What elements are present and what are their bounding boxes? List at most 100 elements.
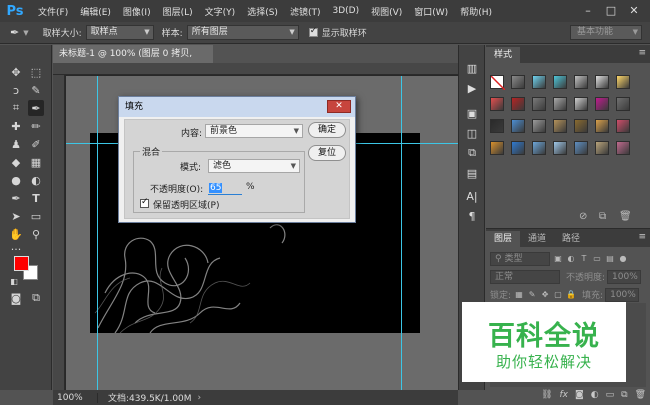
style-swatch[interactable]	[490, 141, 504, 155]
style-swatch[interactable]	[490, 97, 504, 111]
menu-file[interactable]: 文件(F)	[32, 5, 74, 18]
sample-select[interactable]: 所有图层 ▼	[186, 25, 299, 40]
paragraph-icon[interactable]: ¶	[464, 208, 480, 224]
workspace-select[interactable]: 基本功能 ▼	[570, 25, 642, 40]
healing-brush-tool-icon[interactable]: ✚	[8, 118, 24, 134]
maximize-icon[interactable]: □	[603, 3, 619, 18]
close-icon[interactable]: ✕	[626, 3, 642, 18]
link-icon[interactable]: ⛓	[541, 390, 552, 400]
style-swatch[interactable]	[616, 97, 630, 111]
style-swatch[interactable]	[532, 141, 546, 155]
style-swatch[interactable]	[511, 75, 525, 89]
foreground-color-swatch[interactable]	[14, 256, 29, 271]
style-swatch[interactable]	[511, 97, 525, 111]
filter-pixel-icon[interactable]: ▣	[553, 254, 563, 263]
style-swatch[interactable]	[532, 75, 546, 89]
filter-toggle-icon[interactable]: ●	[618, 254, 628, 263]
menu-view[interactable]: 视图(V)	[365, 5, 408, 18]
style-swatch[interactable]	[553, 119, 567, 133]
menu-select[interactable]: 选择(S)	[241, 5, 284, 18]
eyedropper-tool-preset-icon[interactable]: ✒	[10, 26, 19, 39]
mode-select[interactable]: 滤色 ▼	[208, 159, 300, 173]
menu-edit[interactable]: 编辑(E)	[74, 5, 117, 18]
style-swatch[interactable]	[574, 97, 588, 111]
filter-shape-icon[interactable]: ▭	[592, 254, 602, 263]
panel-menu-icon[interactable]: ≡	[638, 48, 646, 58]
clone-stamp-tool-icon[interactable]: ♟	[8, 136, 24, 152]
minimize-icon[interactable]: –	[580, 3, 596, 18]
tab-paths[interactable]: 路径	[554, 231, 588, 247]
blur-tool-icon[interactable]: ●	[8, 172, 24, 188]
more-tools-icon[interactable]: ···	[8, 241, 24, 257]
lock-pixels-icon[interactable]: ✎	[527, 290, 537, 299]
style-swatch[interactable]	[511, 119, 525, 133]
layer-opacity-field[interactable]: 100%	[607, 269, 642, 284]
style-swatch[interactable]	[595, 75, 609, 89]
menu-help[interactable]: 帮助(H)	[454, 5, 498, 18]
style-swatch[interactable]	[532, 119, 546, 133]
layer-kind-filter[interactable]: ⚲ 类型	[490, 251, 550, 266]
style-swatch[interactable]	[595, 119, 609, 133]
style-swatch[interactable]	[616, 119, 630, 133]
new-layer-icon[interactable]: ⧉	[621, 390, 627, 400]
document-tab[interactable]: 未标题-1 @ 100% (图层 0 拷贝, RGB/8) * ×	[53, 45, 213, 77]
tab-styles[interactable]: 样式	[486, 47, 521, 63]
eyedropper-tool-icon[interactable]: ✒	[28, 100, 44, 116]
gradient-tool-icon[interactable]: ▦	[28, 154, 44, 170]
crop-tool-icon[interactable]: ⌗	[8, 100, 24, 116]
style-swatch[interactable]	[595, 141, 609, 155]
delete-icon[interactable]: 🗑	[619, 211, 632, 222]
lock-artboard-icon[interactable]: ▢	[553, 290, 563, 299]
screen-mode-icon[interactable]: ⧉	[28, 290, 44, 306]
dialog-titlebar[interactable]: 填充 ✕	[119, 97, 355, 117]
actions-play-icon[interactable]: ▶	[464, 80, 480, 96]
adjustment-icon[interactable]: ◐	[591, 390, 599, 400]
hand-tool-icon[interactable]: ✋	[8, 226, 24, 242]
menu-type[interactable]: 文字(Y)	[199, 5, 242, 18]
style-swatch[interactable]	[595, 97, 609, 111]
menu-window[interactable]: 窗口(W)	[408, 5, 454, 18]
vertical-guide[interactable]	[97, 76, 98, 390]
group-icon[interactable]: ▭	[606, 390, 615, 400]
clone-source-icon[interactable]: ⧉	[464, 145, 480, 161]
filter-smart-object-icon[interactable]: ▤	[605, 254, 615, 263]
trash-icon[interactable]: 🗑	[635, 390, 646, 400]
style-swatch[interactable]	[490, 119, 504, 133]
menu-filter[interactable]: 滤镜(T)	[284, 5, 327, 18]
tab-layers[interactable]: 图层	[486, 231, 521, 247]
no-style-icon[interactable]: ⊘	[579, 211, 587, 222]
style-swatch[interactable]	[574, 75, 588, 89]
eraser-tool-icon[interactable]: ◆	[8, 154, 24, 170]
layer-blend-mode-select[interactable]: 正常	[490, 269, 560, 284]
brush-presets-icon[interactable]: ▤	[464, 165, 480, 181]
style-swatch[interactable]	[574, 119, 588, 133]
pen-tool-icon[interactable]: ✒	[8, 190, 24, 206]
mask-icon[interactable]: ◙	[575, 390, 584, 400]
path-select-tool-icon[interactable]: ➤	[8, 208, 24, 224]
style-swatch[interactable]	[511, 141, 525, 155]
chevron-down-icon[interactable]: ▼	[23, 29, 28, 37]
lock-position-icon[interactable]: ✥	[540, 290, 550, 299]
default-colors-icon[interactable]: ◧	[6, 273, 22, 289]
style-swatch[interactable]	[490, 75, 506, 91]
style-swatch[interactable]	[574, 141, 588, 155]
sample-size-select[interactable]: 取样点 ▼	[85, 25, 154, 40]
new-style-icon[interactable]: ⧉	[599, 211, 606, 222]
marquee-tool-icon[interactable]: ⬚	[28, 64, 44, 80]
content-select[interactable]: 前景色 ▼	[205, 124, 303, 138]
chevron-right-icon[interactable]: ›	[198, 393, 202, 403]
adjustments-icon[interactable]: ◫	[464, 125, 480, 141]
zoom-tool-icon[interactable]: ⚲	[28, 226, 44, 242]
ok-button[interactable]: 确定	[308, 122, 346, 138]
filter-type-icon[interactable]: T	[579, 254, 589, 263]
dodge-tool-icon[interactable]: ◐	[28, 172, 44, 188]
menu-layer[interactable]: 图层(L)	[157, 5, 199, 18]
filter-adjustment-icon[interactable]: ◐	[566, 254, 576, 263]
quick-mask-icon[interactable]: ◙	[8, 290, 24, 306]
style-swatch[interactable]	[553, 97, 567, 111]
history-brush-tool-icon[interactable]: ✐	[28, 136, 44, 152]
move-tool-icon[interactable]: ✥	[8, 64, 24, 80]
brush-tool-icon[interactable]: ✏	[28, 118, 44, 134]
lasso-tool-icon[interactable]: ↄ	[8, 82, 24, 98]
tab-channels[interactable]: 通道	[520, 231, 554, 247]
